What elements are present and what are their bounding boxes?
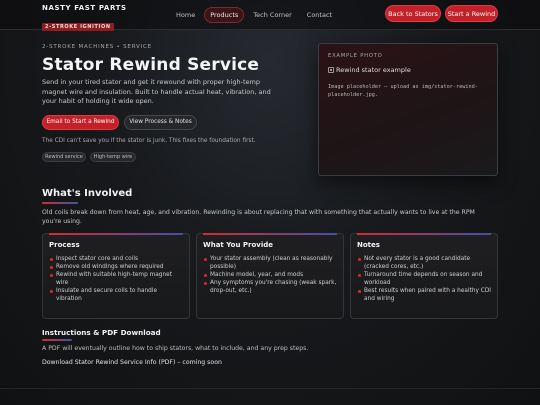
list-item: Rewind with suitable high-temp magnet wi…	[49, 271, 183, 287]
nav-link-products[interactable]: Products	[204, 7, 245, 23]
page-title: Stator Rewind Service	[42, 55, 260, 75]
photo-alt-text: Rewind stator example	[336, 66, 411, 74]
list-item: Turnaround time depends on season and wo…	[357, 271, 491, 287]
photo-image: Rewind stator example	[328, 66, 411, 74]
hero-note: The CDI can't save you if the stator is …	[42, 138, 256, 144]
list-item: Any symptoms you're chasing (weak spark,…	[203, 279, 337, 295]
whats-involved-description: Old coils break down from heat, age, and…	[42, 209, 475, 225]
nav-link-contact[interactable]: Contact	[301, 7, 338, 23]
card-title: Process	[49, 241, 80, 249]
list-item: Insulate and secure coils to handle vibr…	[49, 287, 183, 303]
list-item: Inspect stator core and coils	[49, 255, 183, 263]
pdf-download-link[interactable]: Download Stator Rewind Service Info (PDF…	[42, 359, 222, 366]
example-photo-card: EXAMPLE PHOTO Rewind stator example Imag…	[318, 43, 498, 176]
whats-involved-heading: What's Involved	[42, 188, 133, 199]
card-list: Not every stator is a good candidate (cr…	[357, 255, 491, 303]
brand-name: NASTY FAST PARTS	[42, 4, 127, 12]
site-header: NASTY FAST PARTS 2-STROKE IGNITION Home …	[0, 0, 540, 32]
brand-tagline: 2-STROKE IGNITION	[42, 23, 114, 31]
nav-link-home[interactable]: Home	[170, 7, 201, 23]
card-accent-line	[357, 233, 491, 235]
nav-link-tech-corner[interactable]: Tech Corner	[247, 7, 298, 23]
card-list: Inspect stator core and coils Remove old…	[49, 255, 183, 303]
view-process-button[interactable]: View Process & Notes	[124, 115, 197, 130]
list-item: Remove old windings where required	[49, 263, 183, 271]
back-to-stators-button[interactable]: Back to Stators	[385, 5, 441, 22]
instructions-description: A PDF will eventually outline how to shi…	[42, 345, 309, 352]
hero-lead: Send in your tired stator and get it rew…	[42, 78, 271, 105]
card-notes: Notes Not every stator is a good candida…	[350, 233, 498, 319]
hero-eyebrow: 2-STROKE MACHINES • SERVICE	[42, 44, 152, 50]
card-accent-line	[49, 233, 183, 235]
main-nav: Home Products Tech Corner Contact	[170, 7, 338, 23]
footer-divider	[0, 388, 540, 389]
photo-label: EXAMPLE PHOTO	[328, 53, 383, 59]
card-title: What You Provide	[203, 241, 273, 249]
card-list: Your stator assembly (clean as reasonabl…	[203, 255, 337, 295]
chip-high-temp-wire: High-temp wire	[90, 152, 136, 162]
list-item: Your stator assembly (clean as reasonabl…	[203, 255, 337, 271]
brand[interactable]: NASTY FAST PARTS 2-STROKE IGNITION	[42, 4, 127, 32]
card-accent-line	[203, 233, 337, 235]
list-item: Best results when paired with a healthy …	[357, 287, 491, 303]
heading-underline	[42, 202, 78, 204]
email-rewind-button[interactable]: Email to Start a Rewind	[42, 115, 119, 130]
list-item: Not every stator is a good candidate (cr…	[357, 255, 491, 271]
card-what-you-provide: What You Provide Your stator assembly (c…	[196, 233, 344, 319]
card-process: Process Inspect stator core and coils Re…	[42, 233, 190, 319]
photo-caption: Image placeholder – upload as img/stator…	[328, 84, 478, 98]
instructions-heading: Instructions & PDF Download	[42, 328, 161, 337]
card-title: Notes	[357, 241, 380, 249]
broken-image-icon	[328, 67, 334, 73]
heading-underline	[42, 339, 72, 341]
chip-rewind-service: Rewind service	[42, 152, 86, 162]
start-rewind-header-button[interactable]: Start a Rewind	[445, 5, 498, 22]
list-item: Machine model, year, and mods	[203, 271, 337, 279]
